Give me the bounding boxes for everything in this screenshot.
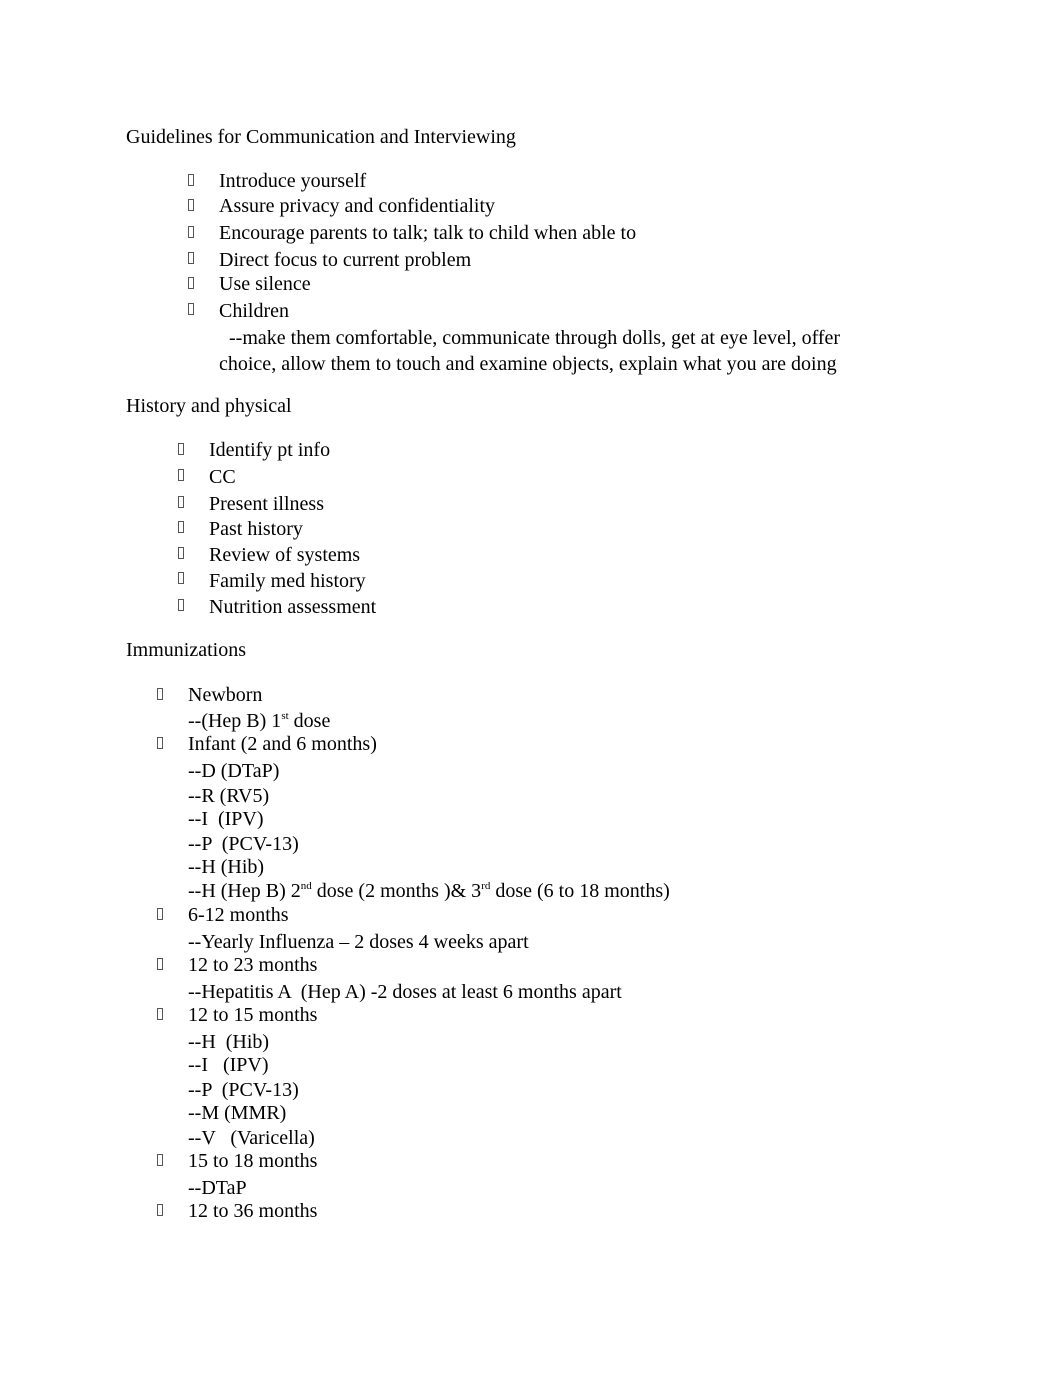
immunization-group-label: 12 to 36 months bbox=[188, 1200, 318, 1222]
immunization-sub-item: --P (PCV-13) bbox=[188, 833, 299, 855]
bullet-icon bbox=[157, 688, 163, 700]
bullet-icon bbox=[188, 199, 194, 211]
immunization-sub-item: --V (Varicella) bbox=[188, 1127, 315, 1149]
sub-text: --(Hep B) 1 bbox=[188, 710, 282, 732]
children-note-line1: --make them comfortable, communicate thr… bbox=[219, 327, 841, 349]
bullet-icon bbox=[188, 277, 194, 289]
children-note-line2: choice, allow them to touch and examine … bbox=[219, 353, 837, 375]
bullet-icon bbox=[178, 521, 184, 533]
bullet-icon bbox=[178, 443, 184, 455]
immunization-sub-item: --M (MMR) bbox=[188, 1102, 287, 1124]
immunization-sub-item: --H (Hib) bbox=[188, 1031, 270, 1053]
bullet-icon bbox=[188, 226, 194, 238]
immunization-group-label: Newborn bbox=[188, 684, 263, 706]
sub-text: dose (2 months )& 3 bbox=[311, 880, 482, 902]
list-item: Introduce yourself bbox=[219, 170, 367, 192]
bullet-icon bbox=[178, 572, 184, 584]
bullet-icon bbox=[157, 737, 163, 749]
bullet-icon bbox=[157, 908, 163, 920]
superscript: rd bbox=[481, 880, 491, 892]
list-item: Identify pt info bbox=[209, 439, 331, 461]
immunization-sub-item: --Yearly Influenza – 2 doses 4 weeks apa… bbox=[188, 931, 529, 953]
bullet-icon bbox=[188, 303, 194, 315]
list-item: CC bbox=[209, 466, 236, 488]
list-item: Past history bbox=[209, 518, 303, 540]
superscript: nd bbox=[300, 880, 312, 892]
list-item: Assure privacy and confidentiality bbox=[219, 195, 496, 217]
list-item: Present illness bbox=[209, 493, 324, 515]
sub-text: dose bbox=[288, 710, 331, 732]
immunization-sub-item: --H (Hep B) 2nd dose (2 months )& 3rd do… bbox=[188, 880, 670, 902]
bullet-icon bbox=[157, 1204, 163, 1216]
bullet-icon bbox=[178, 469, 184, 481]
section-heading-immunizations: Immunizations bbox=[126, 639, 246, 661]
list-item: Encourage parents to talk; talk to child… bbox=[219, 222, 637, 244]
bullet-icon bbox=[157, 958, 163, 970]
immunization-group-label: 6-12 months bbox=[188, 904, 289, 926]
section-heading-communication: Guidelines for Communication and Intervi… bbox=[126, 126, 516, 148]
bullet-icon bbox=[157, 1008, 163, 1020]
list-item: Nutrition assessment bbox=[209, 596, 377, 618]
list-item: Use silence bbox=[219, 273, 311, 295]
immunization-sub-item: --H (Hib) bbox=[188, 856, 265, 878]
immunization-sub-item: --I (IPV) bbox=[188, 1054, 269, 1076]
bullet-icon bbox=[178, 496, 184, 508]
list-item: Direct focus to current problem bbox=[219, 249, 472, 271]
immunization-sub-item: --P (PCV-13) bbox=[188, 1079, 299, 1101]
list-item: Review of systems bbox=[209, 544, 361, 566]
immunization-sub-item: --Hepatitis A (Hep A) -2 doses at least … bbox=[188, 981, 622, 1003]
sub-text: --H (Hep B) 2 bbox=[188, 880, 301, 902]
bullet-icon bbox=[157, 1154, 163, 1166]
immunization-group-label: 12 to 15 months bbox=[188, 1004, 318, 1026]
bullet-icon bbox=[178, 599, 184, 611]
immunization-group-label: 15 to 18 months bbox=[188, 1150, 318, 1172]
bullet-icon bbox=[188, 252, 194, 264]
immunization-sub-item: --R (RV5) bbox=[188, 785, 270, 807]
section-heading-history: History and physical bbox=[126, 395, 292, 417]
list-item: Family med history bbox=[209, 570, 366, 592]
superscript: st bbox=[281, 710, 289, 722]
immunization-sub-item: --DTaP bbox=[188, 1177, 247, 1199]
immunization-group-label: Infant (2 and 6 months) bbox=[188, 733, 377, 755]
immunization-group-label: 12 to 23 months bbox=[188, 954, 318, 976]
immunization-sub-item: --(Hep B) 1st dose bbox=[188, 710, 331, 732]
immunization-sub-item: --D (DTaP) bbox=[188, 760, 280, 782]
list-item: Children bbox=[219, 300, 289, 322]
bullet-icon bbox=[178, 547, 184, 559]
sub-text: dose (6 to 18 months) bbox=[490, 880, 670, 902]
immunization-sub-item: --I (IPV) bbox=[188, 808, 264, 830]
bullet-icon bbox=[188, 174, 194, 186]
